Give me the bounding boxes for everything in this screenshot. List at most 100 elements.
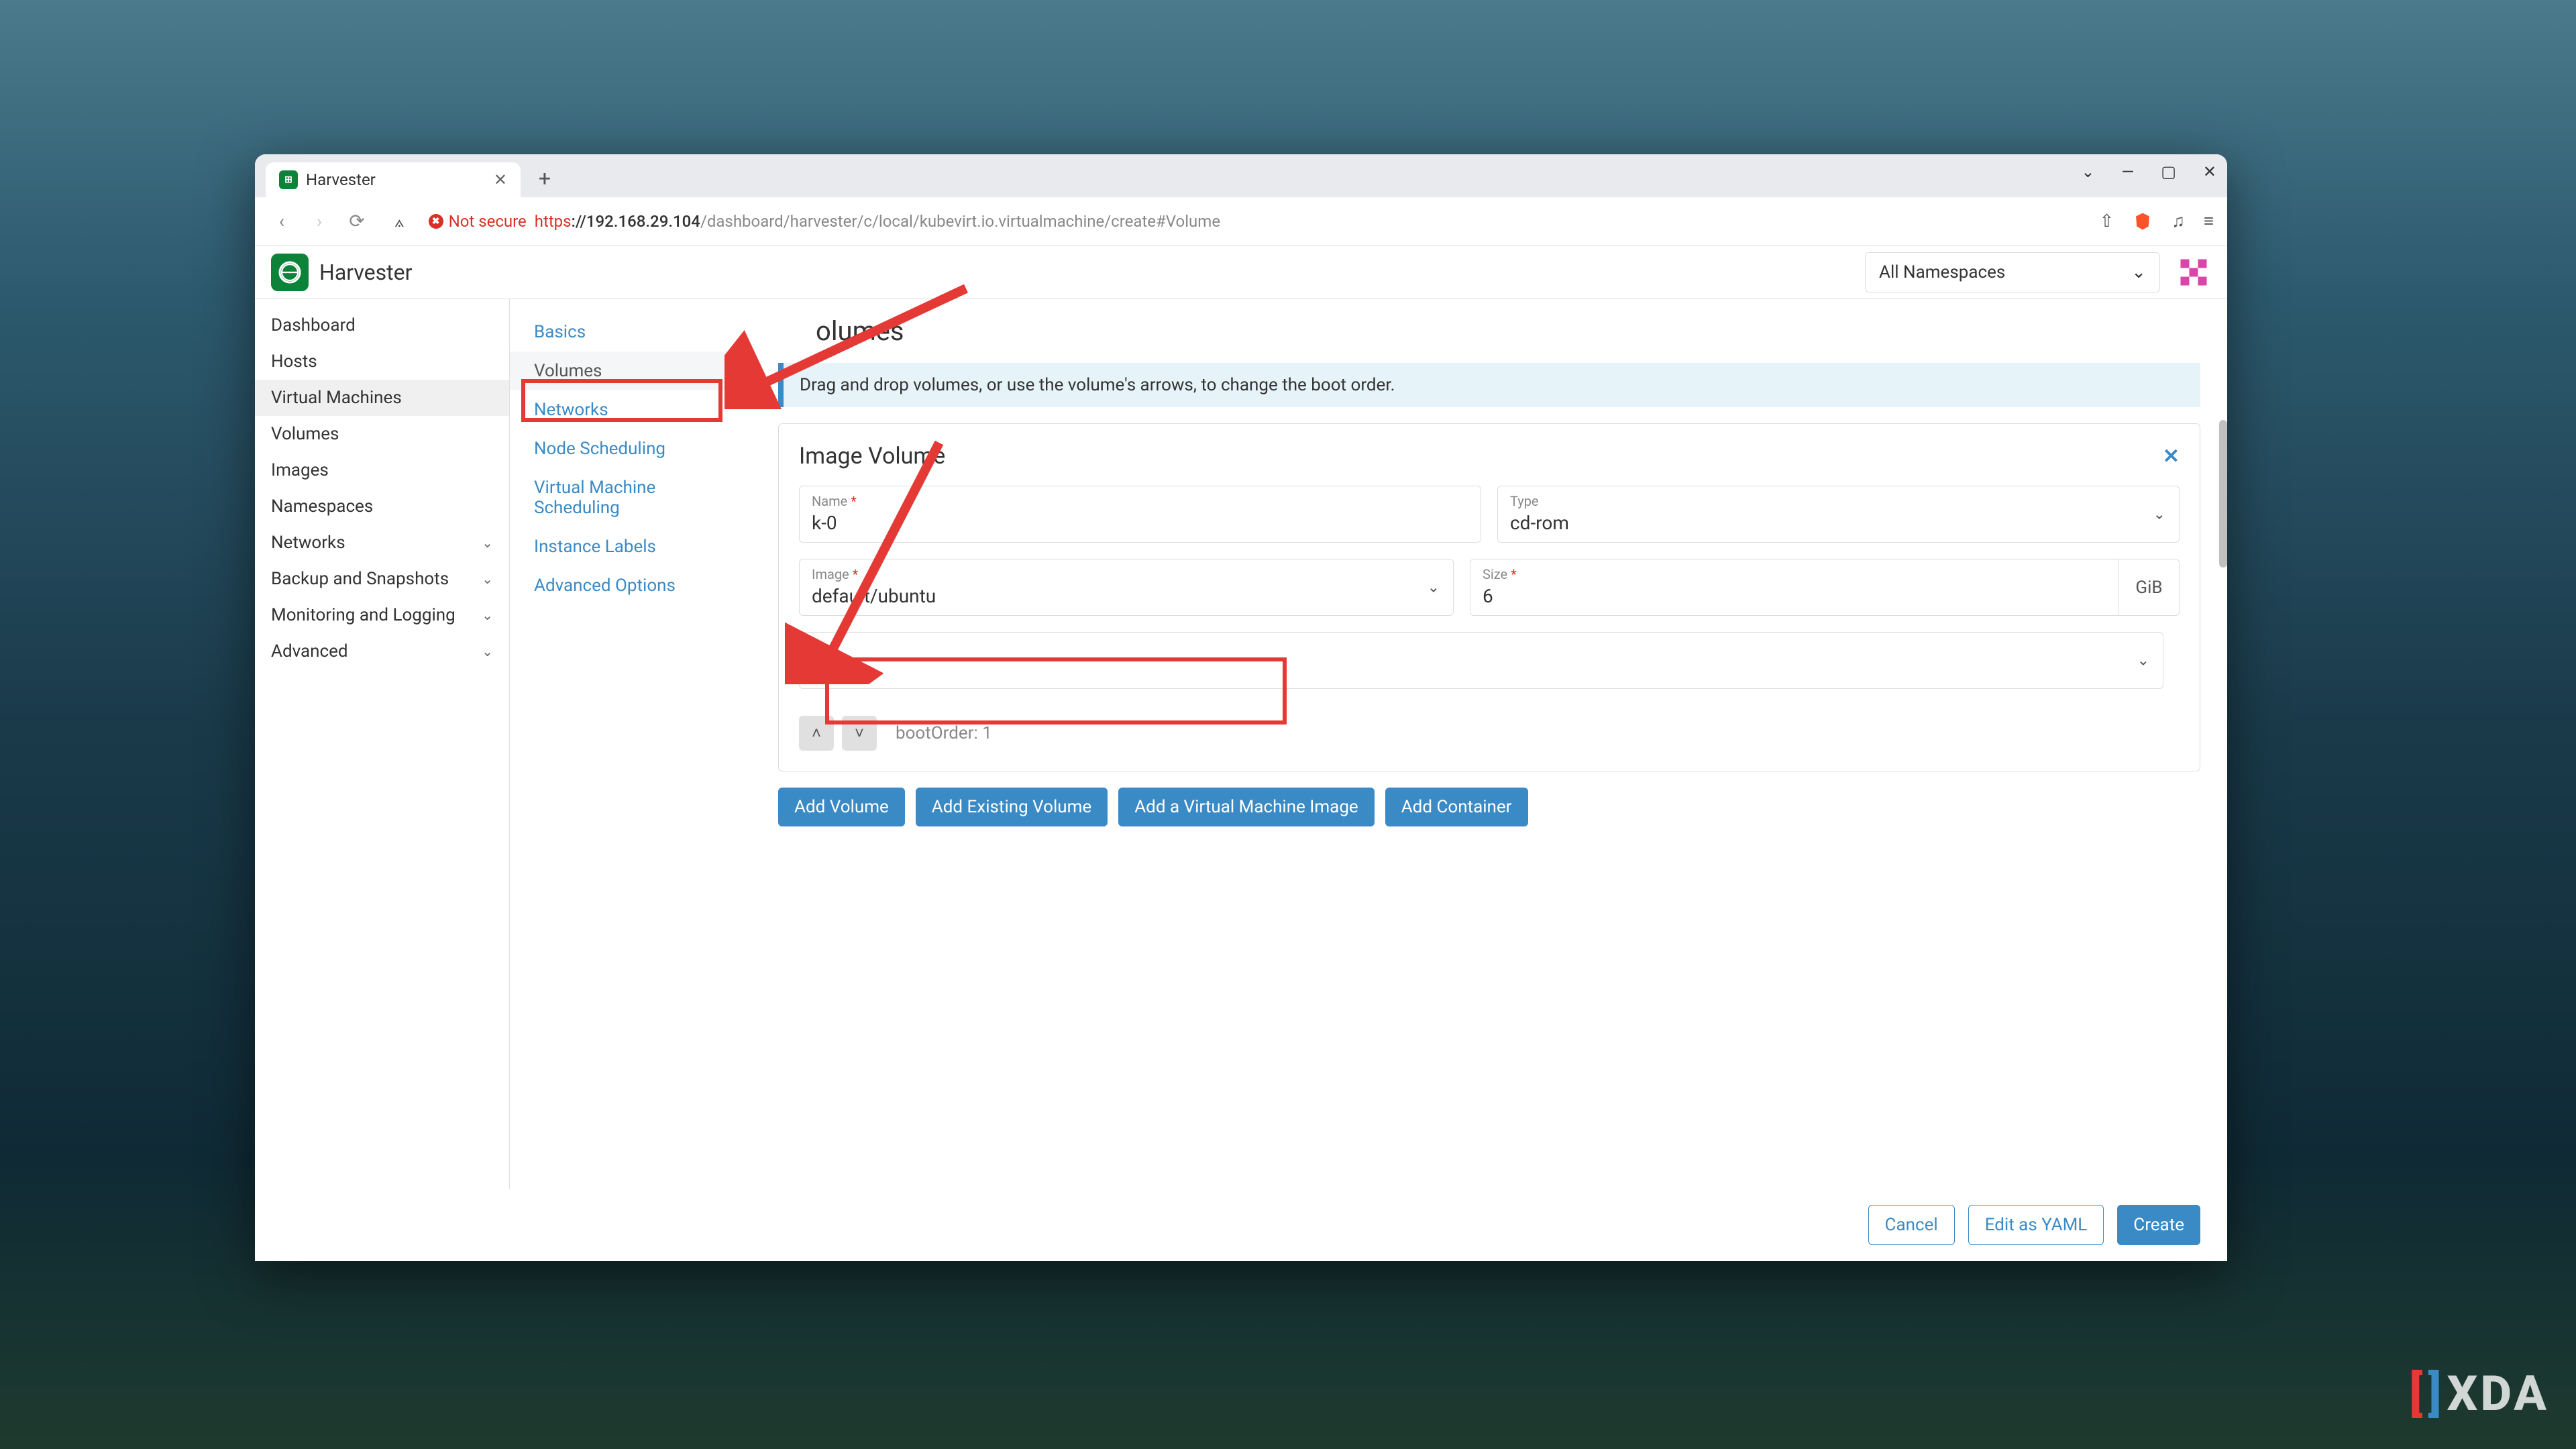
boot-order-up-button[interactable]: ˄ — [799, 716, 834, 751]
chevron-down-icon: ⌄ — [2153, 506, 2165, 523]
chevron-down-icon: ⌄ — [482, 643, 493, 659]
sidebar-item-monitoring[interactable]: Monitoring and Logging⌄ — [255, 597, 509, 633]
namespace-label: All Namespaces — [1879, 262, 2005, 282]
bracket-icon: [ — [2409, 1365, 2425, 1422]
url-path: /dashboard/harvester/c/local/kubevirt.io… — [700, 212, 1220, 231]
image-value: default/ubuntu — [812, 585, 936, 607]
tab-vm-scheduling[interactable]: Virtual Machine Scheduling — [510, 468, 751, 527]
chevron-down-icon[interactable]: ⌄ — [2081, 162, 2094, 181]
create-button[interactable]: Create — [2117, 1205, 2200, 1245]
url-host: ://192.168.29.104 — [572, 212, 700, 231]
tab-basics[interactable]: Basics — [510, 313, 751, 352]
size-value: 6 — [1483, 585, 1493, 607]
image-field[interactable]: Image * default/ubuntu ⌄ — [799, 559, 1454, 616]
url-bar[interactable]: ✖ Not secure https://192.168.29.104/dash… — [429, 212, 2089, 231]
boot-order-text: bootOrder: 1 — [896, 723, 992, 743]
type-value: cd-rom — [1510, 512, 1569, 534]
bookmark-icon[interactable]: ⟑ — [394, 212, 405, 231]
sidebar-item-virtual-machines[interactable]: Virtual Machines — [255, 380, 509, 416]
watermark-text: XDA — [2447, 1365, 2549, 1422]
browser-tab-bar: ⊞ Harvester ✕ + ⌄ — ▢ ✕ — [255, 154, 2227, 197]
tab-volumes[interactable]: Volumes — [510, 352, 751, 390]
back-button[interactable]: ‹ — [268, 210, 295, 232]
chevron-down-icon: ⌄ — [2137, 652, 2149, 669]
reload-button[interactable]: ⟳ — [343, 210, 370, 232]
tab-instance-labels[interactable]: Instance Labels — [510, 527, 751, 566]
boot-order-controls: ˄ ˅ bootOrder: 1 — [799, 716, 2180, 751]
url-text: https://192.168.29.104/dashboard/harvest… — [535, 212, 1220, 231]
volume-actions: Add Volume Add Existing Volume Add a Vir… — [778, 788, 2200, 826]
type-field[interactable]: Type cd-rom ⌄ — [1497, 486, 2180, 543]
add-existing-volume-button[interactable]: Add Existing Volume — [916, 788, 1108, 826]
sidebar-item-networks[interactable]: Networks⌄ — [255, 525, 509, 561]
warning-icon: ✖ — [429, 214, 443, 229]
music-icon[interactable]: ♫ — [2171, 211, 2185, 231]
chevron-down-icon: ⌄ — [1428, 579, 1440, 596]
forward-button[interactable]: › — [306, 210, 333, 232]
volume-card: Image Volume ✕ Name * k-0 Type cd-rom ⌄ — [778, 423, 2200, 771]
size-unit: GiB — [2118, 559, 2179, 615]
info-banner: Drag and drop volumes, or use the volume… — [778, 363, 2200, 407]
app-body: Dashboard Hosts Virtual Machines Volumes… — [255, 299, 2227, 1261]
sidebar-item-images[interactable]: Images — [255, 452, 509, 488]
tab-advanced-options[interactable]: Advanced Options — [510, 566, 751, 605]
bus-value: SATA — [812, 658, 857, 680]
settings-tabs: Basics Volumes Networks Node Scheduling … — [510, 299, 751, 1261]
share-icon[interactable]: ⇧ — [2100, 211, 2114, 231]
tab-node-scheduling[interactable]: Node Scheduling — [510, 429, 751, 468]
edit-yaml-button[interactable]: Edit as YAML — [1968, 1205, 2104, 1245]
cancel-button[interactable]: Cancel — [1868, 1205, 1955, 1245]
close-window-icon[interactable]: ✕ — [2203, 162, 2216, 181]
not-secure-label: Not secure — [449, 212, 527, 231]
not-secure-badge: ✖ Not secure — [429, 212, 527, 231]
bus-label: Bus — [812, 639, 2151, 655]
menu-icon[interactable]: ≡ — [2204, 211, 2214, 231]
main-panel: olumes Drag and drop volumes, or use the… — [751, 299, 2227, 1261]
sidebar-item-volumes[interactable]: Volumes — [255, 416, 509, 452]
minimize-icon[interactable]: — — [2121, 162, 2134, 181]
name-value: k-0 — [812, 512, 837, 534]
tab-favicon: ⊞ — [279, 170, 298, 189]
size-label: Size * — [1483, 566, 2112, 582]
namespace-dropdown[interactable]: All Namespaces ⌄ — [1865, 252, 2160, 292]
name-label: Name * — [812, 493, 1468, 509]
chevron-down-icon: ⌄ — [482, 571, 493, 587]
tab-close-icon[interactable]: ✕ — [494, 170, 507, 189]
browser-tab[interactable]: ⊞ Harvester ✕ — [266, 162, 521, 197]
address-bar: ‹ › ⟳ ⟑ ✖ Not secure https://192.168.29.… — [255, 197, 2227, 246]
app-grid-icon[interactable] — [2176, 255, 2211, 290]
size-field[interactable]: Size * 6 GiB — [1470, 559, 2180, 616]
sidebar-item-backup[interactable]: Backup and Snapshots⌄ — [255, 561, 509, 597]
sidebar-item-dashboard[interactable]: Dashboard — [255, 307, 509, 343]
browser-window: ⊞ Harvester ✕ + ⌄ — ▢ ✕ ‹ › ⟳ ⟑ ✖ Not se… — [255, 154, 2227, 1261]
app-title: Harvester — [319, 260, 412, 285]
sidebar: Dashboard Hosts Virtual Machines Volumes… — [255, 299, 510, 1261]
bus-field[interactable]: Bus SATA ⌄ — [799, 632, 2163, 689]
card-title: Image Volume — [799, 443, 945, 470]
tab-title: Harvester — [306, 170, 376, 189]
tab-networks[interactable]: Networks — [510, 390, 751, 429]
sidebar-item-namespaces[interactable]: Namespaces — [255, 488, 509, 525]
chevron-down-icon: ⌄ — [482, 607, 493, 623]
bracket-icon: ] — [2428, 1365, 2444, 1422]
add-volume-button[interactable]: Add Volume — [778, 788, 905, 826]
maximize-icon[interactable]: ▢ — [2161, 162, 2176, 181]
sidebar-item-hosts[interactable]: Hosts — [255, 343, 509, 380]
brave-shield-icon[interactable] — [2133, 211, 2153, 231]
boot-order-down-button[interactable]: ˅ — [842, 716, 877, 751]
type-label: Type — [1510, 493, 2167, 509]
add-container-button[interactable]: Add Container — [1385, 788, 1528, 826]
chevron-down-icon: ⌄ — [482, 535, 493, 551]
window-controls: ⌄ — ▢ ✕ — [2081, 162, 2216, 181]
xda-watermark: [] XDA — [2409, 1365, 2549, 1422]
panel-title: olumes — [816, 315, 2200, 347]
app-header: Harvester All Namespaces ⌄ — [255, 246, 2227, 299]
name-field[interactable]: Name * k-0 — [799, 486, 1481, 543]
card-close-icon[interactable]: ✕ — [2163, 445, 2180, 468]
scrollbar[interactable] — [2219, 420, 2227, 568]
sidebar-item-advanced[interactable]: Advanced⌄ — [255, 633, 509, 669]
image-label: Image * — [812, 566, 1441, 582]
add-vm-image-button[interactable]: Add a Virtual Machine Image — [1118, 788, 1375, 826]
app-brand[interactable]: Harvester — [271, 254, 412, 291]
new-tab-button[interactable]: + — [531, 165, 558, 192]
